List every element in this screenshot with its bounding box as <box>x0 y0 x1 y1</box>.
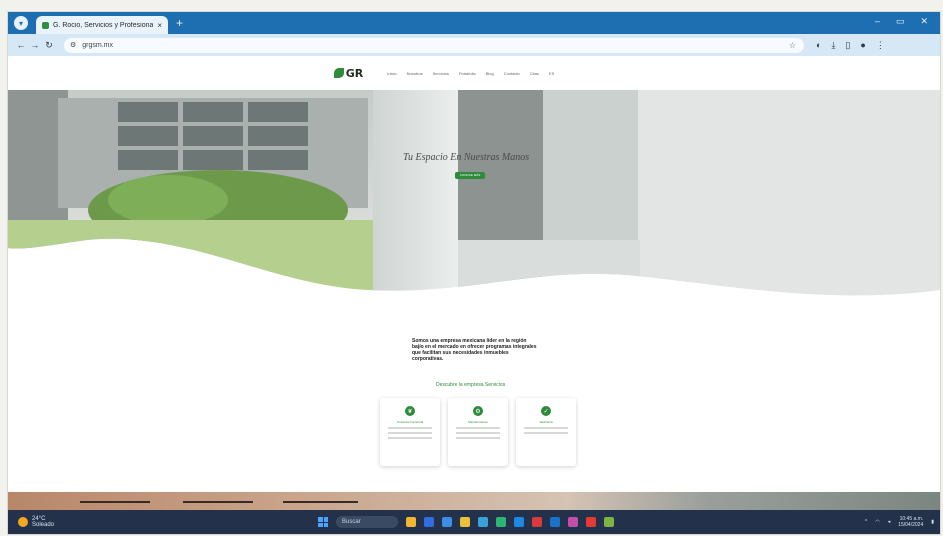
close-icon[interactable]: ✕ <box>920 16 928 27</box>
card-text-line <box>456 432 500 434</box>
weather-desc: Soleado <box>32 522 55 528</box>
tab-close-icon[interactable]: × <box>157 21 162 30</box>
store-icon[interactable] <box>478 517 488 527</box>
browser-tab-bar: ▾ G. Rocio, Servicios y Profesionales × … <box>8 12 940 34</box>
card-text-line <box>524 427 568 429</box>
card-text-line <box>388 432 432 434</box>
volume-icon[interactable]: ◂ <box>888 519 891 525</box>
leaf-icon: ❦ <box>405 406 415 416</box>
intro-link[interactable]: Descubre la empresa Servicios <box>436 382 505 388</box>
card-text-line <box>456 427 500 429</box>
bookmark-star-icon[interactable]: ☆ <box>789 41 796 50</box>
site-info-icon[interactable]: ⚙ <box>70 41 76 49</box>
gear-icon: ⚙ <box>473 406 483 416</box>
clock[interactable]: 10:45 a.m. 15/04/2024 <box>898 516 923 528</box>
sidebar-icon[interactable]: ▯ <box>845 40 850 51</box>
reload-icon[interactable]: ↻ <box>42 40 56 51</box>
browser-tab[interactable]: G. Rocio, Servicios y Profesionales × <box>36 16 168 34</box>
profile-icon[interactable]: ● <box>860 40 865 51</box>
tab-menu-icon[interactable]: ▾ <box>14 16 28 30</box>
download-icon[interactable]: ⤓ <box>831 40 835 51</box>
menu-item-language[interactable]: ES <box>549 71 554 76</box>
card-text-line <box>388 427 432 429</box>
menu-item-blog[interactable]: Blog <box>486 71 494 76</box>
menu-item-contacto[interactable]: Contacto <box>504 71 520 76</box>
check-icon: ✓ <box>541 406 551 416</box>
sun-icon <box>18 517 28 527</box>
site-menu: Inicio Nosotros Servicios Portafolio Blo… <box>387 71 554 76</box>
favicon-icon <box>42 21 49 29</box>
card-title: Limpieza Comercial <box>396 420 424 424</box>
card-text-line <box>388 437 432 439</box>
leaf-logo-icon <box>333 68 344 78</box>
card-title: Jardinería <box>539 420 553 424</box>
app-icon[interactable] <box>604 517 614 527</box>
service-card[interactable]: ❦ Limpieza Comercial <box>380 398 440 466</box>
hero-cta-button[interactable]: CONOCE MÁS <box>455 172 485 179</box>
word-icon[interactable] <box>514 517 524 527</box>
menu-item-nosotros[interactable]: Nosotros <box>407 71 423 76</box>
task-view-icon[interactable] <box>424 517 434 527</box>
decor-line <box>183 501 253 503</box>
card-text-line <box>524 432 568 434</box>
toolbar-extensions: ◐ ⤓ ▯ ● ⋮ <box>816 40 885 51</box>
pdf-icon[interactable] <box>586 517 596 527</box>
extension-icon[interactable]: ◐ <box>816 40 821 51</box>
menu-dots-icon[interactable]: ⋮ <box>876 40 885 51</box>
hero-image <box>8 90 940 296</box>
hero-banner: Tu Espacio En Nuestras Manos CONOCE MÁS <box>8 90 940 300</box>
taskbar-search[interactable]: Buscar <box>336 516 398 528</box>
decor-line <box>80 501 150 503</box>
chrome-icon[interactable] <box>496 517 506 527</box>
card-title: Mantenimiento <box>468 420 488 424</box>
site-navigation: GR Inicio Nosotros Servicios Portafolio … <box>8 56 940 90</box>
chevron-up-icon[interactable]: ^ <box>865 519 867 525</box>
service-cards: ❦ Limpieza Comercial ⚙ Mantenimiento ✓ J… <box>380 398 576 466</box>
taskbar-apps: Buscar <box>318 516 614 528</box>
tab-title: G. Rocio, Servicios y Profesionales <box>53 21 154 29</box>
windows-start-icon[interactable] <box>318 517 328 527</box>
menu-item-citas[interactable]: Citas <box>530 71 539 76</box>
monitor-screen: ▾ G. Rocio, Servicios y Profesionales × … <box>8 12 940 534</box>
notification-icon[interactable]: ▮ <box>931 519 934 525</box>
intro-text: Somos una empresa mexicana líder en la r… <box>412 338 537 362</box>
address-bar: ← → ↻ ⚙ grgsm.mx ☆ ◐ ⤓ ▯ ● ⋮ <box>8 34 940 56</box>
menu-item-servicios[interactable]: Servicios <box>433 71 449 76</box>
mail-icon[interactable] <box>532 517 542 527</box>
outlook-icon[interactable] <box>550 517 560 527</box>
card-text-line <box>456 437 500 439</box>
menu-item-inicio[interactable]: Inicio <box>387 71 396 76</box>
minimize-icon[interactable]: – <box>875 16 880 27</box>
url-text: grgsm.mx <box>82 41 114 49</box>
windows-taskbar: 24°C Soleado Buscar ^ ◠ ◂ 10:45 a.m. 15/… <box>8 510 940 534</box>
maximize-icon[interactable]: ▭ <box>896 16 905 27</box>
hero-title: Tu Espacio En Nuestras Manos <box>403 152 530 163</box>
photos-icon[interactable] <box>568 517 578 527</box>
folder-icon[interactable] <box>460 517 470 527</box>
menu-item-portafolio[interactable]: Portafolio <box>459 71 476 76</box>
edge-icon[interactable] <box>442 517 452 527</box>
service-card[interactable]: ⚙ Mantenimiento <box>448 398 508 466</box>
window-controls: – ▭ ✕ <box>875 16 928 27</box>
service-card[interactable]: ✓ Jardinería <box>516 398 576 466</box>
new-tab-button[interactable]: + <box>176 16 183 30</box>
file-explorer-icon[interactable] <box>406 517 416 527</box>
system-tray: ^ ◠ ◂ 10:45 a.m. 15/04/2024 ▮ <box>865 516 934 528</box>
website-page: GR Inicio Nosotros Servicios Portafolio … <box>8 56 940 492</box>
logo-text: GR <box>345 66 364 80</box>
url-field[interactable]: ⚙ grgsm.mx ☆ <box>64 37 804 53</box>
forward-icon[interactable]: → <box>28 40 42 50</box>
weather-widget[interactable]: 24°C Soleado <box>18 516 54 528</box>
clock-date: 15/04/2024 <box>898 522 924 528</box>
back-icon[interactable]: ← <box>14 40 28 50</box>
site-logo[interactable]: GR <box>333 66 364 80</box>
wifi-icon[interactable]: ◠ <box>875 519 879 525</box>
decor-line <box>283 501 358 503</box>
